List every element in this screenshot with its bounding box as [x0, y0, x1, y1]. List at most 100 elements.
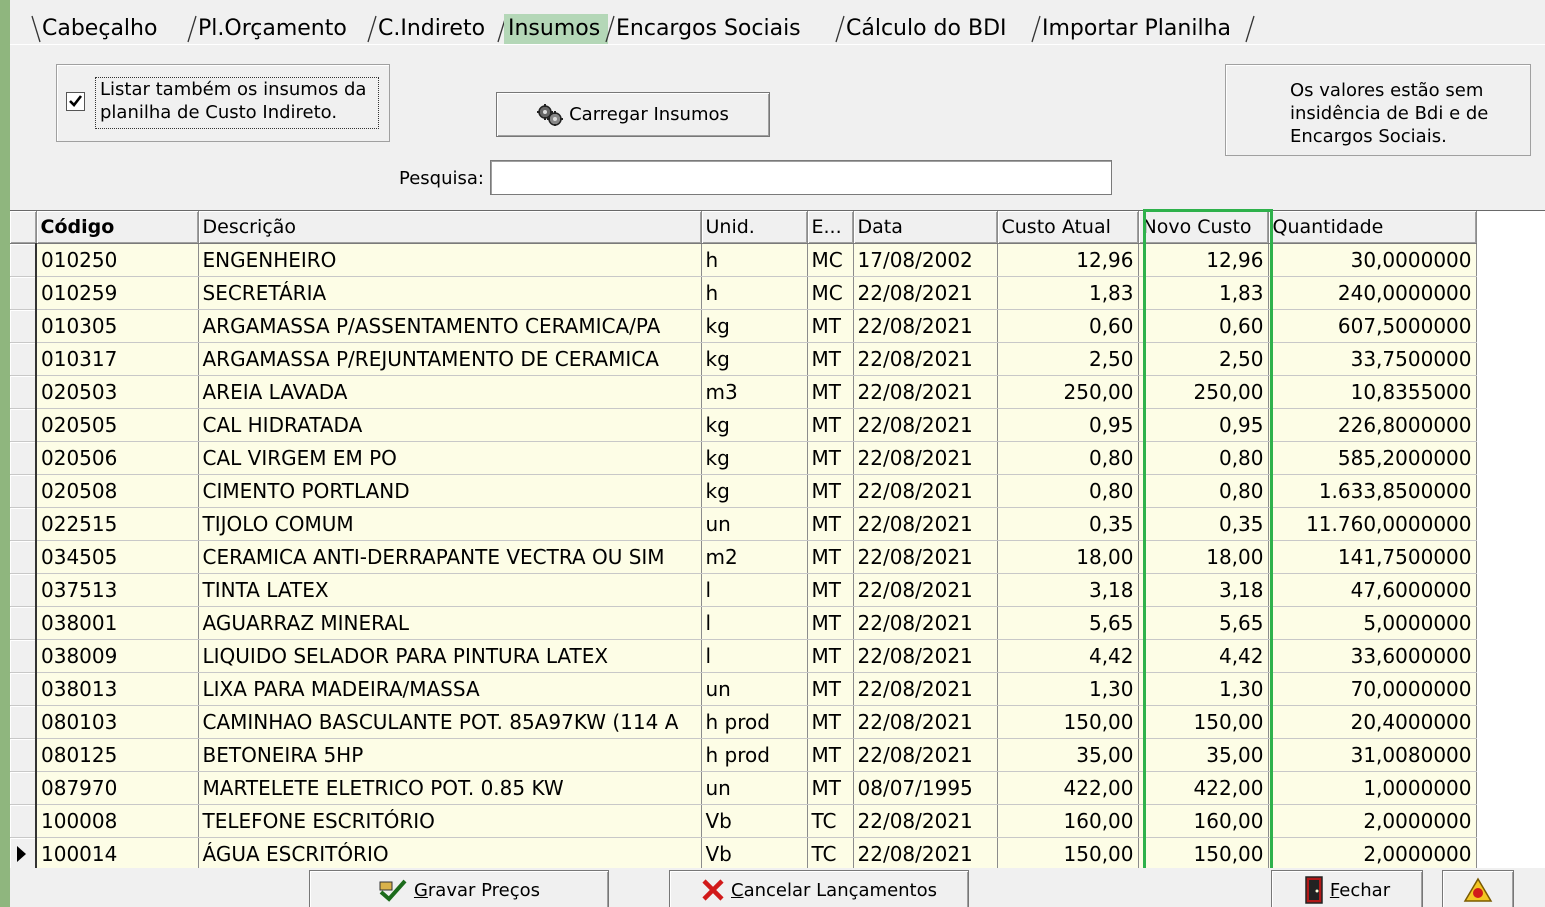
table-row[interactable]: 010317 ARGAMASSA P/REJUNTAMENTO DE CERAMI… — [10, 342, 1477, 376]
table-cell: MARTELETE ELETRICO POT. 0.85 KW — [198, 771, 702, 805]
column-header[interactable]: Quantidade — [1268, 211, 1477, 244]
table-row[interactable]: 034505 CERAMICA ANTI-DERRAPANTE VECTRA OU… — [10, 540, 1477, 574]
table-cell[interactable]: 12,96 — [1138, 243, 1269, 277]
table-cell: kg — [701, 474, 808, 508]
row-indicator[interactable] — [10, 243, 37, 277]
tab-5[interactable]: Cálculo do BDI — [842, 14, 1034, 44]
row-indicator[interactable] — [10, 771, 37, 805]
table-row[interactable]: 022515 TIJOLO COMUM un MT 22/08/2021 0,35 0,35… — [10, 507, 1477, 541]
table-row[interactable]: 010259 SECRETÁRIA h MC 22/08/2021 1,83 1,83 240… — [10, 276, 1477, 310]
table-cell[interactable]: 35,00 — [1138, 738, 1269, 772]
table-row[interactable]: 038013 LIXA PARA MADEIRA/MASSA un MT 22/08/2… — [10, 672, 1477, 706]
supplies-grid[interactable]: Código Descrição Unid. E... Data Custo Atual N… — [10, 210, 1545, 871]
table-cell: 100008 — [36, 804, 199, 838]
table-cell[interactable]: 1,83 — [1138, 276, 1269, 310]
table-row[interactable]: 100008 TELEFONE ESCRITÓRIO Vb TC 22/08/2021 1… — [10, 804, 1477, 838]
table-cell[interactable]: 18,00 — [1138, 540, 1269, 574]
table-cell[interactable]: 160,00 — [1138, 804, 1269, 838]
table-cell[interactable]: 1,30 — [1138, 672, 1269, 706]
column-header[interactable]: Código — [36, 211, 199, 244]
table-cell: Vb — [701, 804, 808, 838]
bdi-note-line3: Encargos Sociais. — [1290, 126, 1447, 147]
supplies-table: Código Descrição Unid. E... Data Custo Atual N… — [10, 211, 1477, 871]
load-supplies-button[interactable]: Carregar Insumos — [496, 92, 770, 137]
table-row[interactable]: 037513 TINTA LATEX l MT 22/08/2021 3,18 3,18 47… — [10, 573, 1477, 607]
row-indicator[interactable] — [10, 309, 37, 343]
table-cell: MC — [807, 243, 854, 277]
table-row[interactable]: 087970 MARTELETE ELETRICO POT. 0.85 KW un M… — [10, 771, 1477, 805]
column-header[interactable]: Custo Atual — [997, 211, 1139, 244]
tab-3[interactable]: Insumos — [504, 14, 608, 44]
table-cell[interactable]: 2,50 — [1138, 342, 1269, 376]
row-indicator[interactable] — [10, 606, 37, 640]
table-cell: 020505 — [36, 408, 199, 442]
tab-0[interactable]: Cabeçalho — [38, 14, 190, 44]
row-indicator[interactable] — [10, 672, 37, 706]
table-row[interactable]: 038001 AGUARRAZ MINERAL l MT 22/08/2021 5,65 5… — [10, 606, 1477, 640]
table-row[interactable]: 010250 ENGENHEIRO h MC 17/08/2002 12,96 12,96 3… — [10, 243, 1477, 277]
table-cell: MT — [807, 573, 854, 607]
table-cell: MT — [807, 474, 854, 508]
row-indicator[interactable] — [10, 540, 37, 574]
table-cell: Vb — [701, 837, 808, 871]
row-indicator[interactable] — [10, 375, 37, 409]
table-row[interactable]: 010305 ARGAMASSA P/ASSENTAMENTO CERAMICA/… — [10, 309, 1477, 343]
tab-4[interactable]: Encargos Sociais — [612, 14, 838, 44]
table-cell: 5,65 — [997, 606, 1139, 640]
table-cell[interactable]: 0,35 — [1138, 507, 1269, 541]
table-cell[interactable]: 422,00 — [1138, 771, 1269, 805]
row-indicator[interactable] — [10, 474, 37, 508]
table-cell: 22/08/2021 — [853, 309, 998, 343]
save-prices-button[interactable]: Gravar Preços — [309, 870, 609, 907]
list-indirect-label[interactable]: Listar também os insumos da planilha de … — [95, 77, 379, 129]
table-cell[interactable]: 150,00 — [1138, 705, 1269, 739]
column-header[interactable]: Data — [853, 211, 998, 244]
column-header[interactable]: Novo Custo — [1138, 211, 1269, 244]
row-indicator[interactable] — [10, 441, 37, 475]
table-cell: 35,00 — [997, 738, 1139, 772]
tab-1[interactable]: Pl.Orçamento — [194, 14, 370, 44]
table-cell: MT — [807, 771, 854, 805]
column-header[interactable]: Unid. — [701, 211, 808, 244]
table-row[interactable]: 080103 CAMINHAO BASCULANTE POT. 85A97KW (… — [10, 705, 1477, 739]
row-indicator[interactable] — [10, 837, 37, 871]
cancel-entries-button[interactable]: Cancelar Lançamentos — [669, 870, 969, 907]
row-indicator[interactable] — [10, 705, 37, 739]
column-header[interactable]: Descrição — [198, 211, 702, 244]
row-indicator[interactable] — [10, 507, 37, 541]
tab-2[interactable]: C.Indireto — [374, 14, 500, 44]
help-button[interactable] — [1442, 870, 1514, 907]
table-cell[interactable]: 150,00 — [1138, 837, 1269, 871]
row-indicator[interactable] — [10, 342, 37, 376]
table-cell[interactable]: 5,65 — [1138, 606, 1269, 640]
column-header[interactable]: E... — [807, 211, 854, 244]
table-cell[interactable]: 0,60 — [1138, 309, 1269, 343]
table-cell[interactable]: 3,18 — [1138, 573, 1269, 607]
table-row[interactable]: 038009 LIQUIDO SELADOR PARA PINTURA LATEX… — [10, 639, 1477, 673]
table-row[interactable]: 020506 CAL VIRGEM EM PO kg MT 22/08/2021 0,80… — [10, 441, 1477, 475]
row-indicator[interactable] — [10, 804, 37, 838]
table-row[interactable]: 080125 BETONEIRA 5HP h prod MT 22/08/2021 35,… — [10, 738, 1477, 772]
table-row[interactable]: 100014 ÁGUA ESCRITÓRIO Vb TC 22/08/2021 150,0… — [10, 837, 1477, 871]
table-cell: 038009 — [36, 639, 199, 673]
table-cell[interactable]: 0,80 — [1138, 441, 1269, 475]
current-row-arrow-icon — [17, 846, 26, 862]
close-button[interactable]: Fechar — [1271, 870, 1423, 907]
table-cell[interactable]: 0,95 — [1138, 408, 1269, 442]
row-indicator[interactable] — [10, 276, 37, 310]
table-row[interactable]: 020508 CIMENTO PORTLAND kg MT 22/08/2021 0,80… — [10, 474, 1477, 508]
row-indicator[interactable] — [10, 639, 37, 673]
table-row[interactable]: 020503 AREIA LAVADA m3 MT 22/08/2021 250,00 25… — [10, 375, 1477, 409]
row-indicator[interactable] — [10, 738, 37, 772]
table-cell[interactable]: 0,80 — [1138, 474, 1269, 508]
table-cell[interactable]: 4,42 — [1138, 639, 1269, 673]
row-indicator[interactable] — [10, 408, 37, 442]
tab-6[interactable]: Importar Planilha — [1038, 14, 1248, 44]
list-indirect-checkbox[interactable] — [66, 92, 85, 111]
table-cell[interactable]: 250,00 — [1138, 375, 1269, 409]
search-input[interactable] — [490, 160, 1112, 195]
row-indicator[interactable] — [10, 573, 37, 607]
table-row[interactable]: 020505 CAL HIDRATADA kg MT 22/08/2021 0,95 0,9… — [10, 408, 1477, 442]
row-indicator-header — [10, 211, 37, 244]
table-cell: MT — [807, 540, 854, 574]
